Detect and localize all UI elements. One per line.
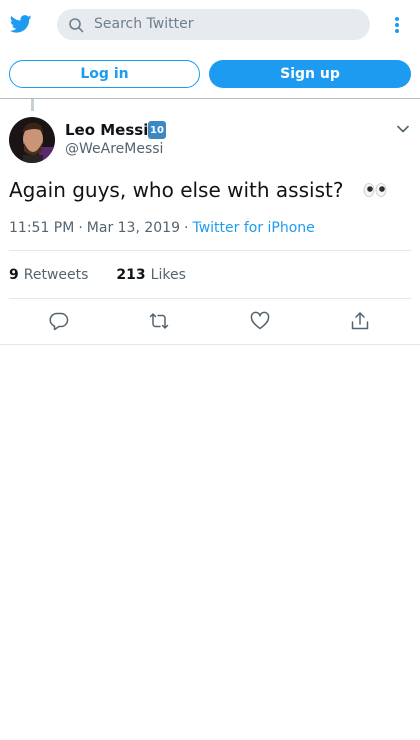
tweet-stats: 9 Retweets 213 Likes	[9, 266, 186, 284]
author-handle[interactable]: @WeAreMessi	[65, 140, 163, 158]
chevron-down-icon[interactable]	[396, 122, 410, 136]
divider	[9, 250, 411, 251]
vertical-dots-icon[interactable]	[392, 16, 402, 34]
twitter-bird-icon[interactable]	[9, 13, 33, 35]
retweets-label: Retweets	[23, 267, 89, 283]
eyes-emoji-icon	[363, 183, 387, 197]
share-icon[interactable]	[350, 311, 370, 331]
signup-button[interactable]: Sign up	[209, 60, 411, 88]
meta-separator: ·	[78, 220, 83, 236]
login-button[interactable]: Log in	[9, 60, 200, 88]
tweet-source-link[interactable]: Twitter for iPhone	[192, 220, 314, 236]
like-icon[interactable]	[250, 311, 270, 331]
divider	[0, 98, 420, 99]
retweets-stat[interactable]: 9 Retweets	[9, 267, 88, 283]
meta-separator: ·	[184, 220, 189, 236]
divider	[9, 298, 411, 299]
search-input[interactable]: Search Twitter	[94, 16, 193, 33]
divider	[0, 344, 420, 345]
tweet-time[interactable]: 11:51 PM	[9, 220, 74, 236]
avatar[interactable]	[9, 117, 55, 163]
likes-count: 213	[116, 267, 146, 283]
top-bar: Search Twitter	[0, 0, 420, 50]
search-icon	[69, 18, 84, 33]
thread-line	[31, 99, 34, 111]
reply-icon[interactable]	[49, 311, 69, 331]
search-box[interactable]: Search Twitter	[57, 9, 370, 40]
auth-bar: Log in Sign up	[0, 56, 420, 92]
retweet-icon[interactable]	[149, 311, 169, 331]
tweet-meta: 11:51 PM · Mar 13, 2019 · Twitter for iPhone	[9, 219, 315, 237]
likes-stat[interactable]: 213 Likes	[116, 267, 185, 283]
keycap-ten-badge: 10	[148, 121, 166, 139]
author-name[interactable]: Leo Messi	[65, 121, 148, 140]
tweet-date[interactable]: Mar 13, 2019	[87, 220, 180, 236]
likes-label: Likes	[150, 267, 186, 283]
retweets-count: 9	[9, 267, 19, 283]
tweet-text: Again guys, who else with assist?	[9, 178, 344, 202]
